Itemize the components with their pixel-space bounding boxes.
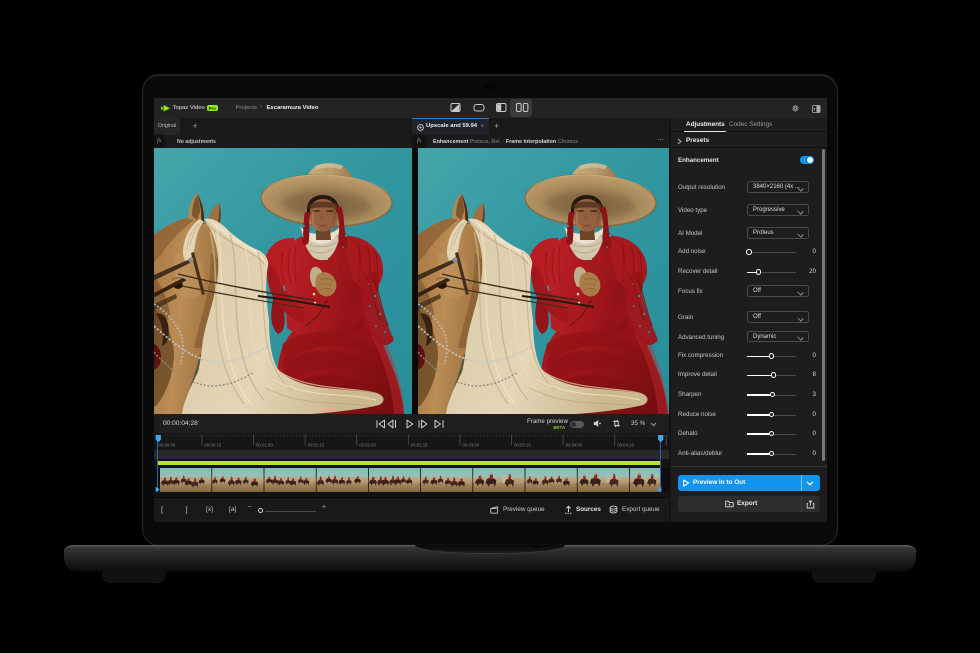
- svg-text:00:03:00: 00:03:00: [462, 442, 479, 447]
- svg-text:00:01:15: 00:01:15: [308, 442, 325, 447]
- svg-text:00:01:00: 00:01:00: [256, 442, 273, 447]
- svg-text:00:03:15: 00:03:15: [514, 442, 531, 447]
- svg-text:00:04:00: 00:04:00: [566, 442, 583, 447]
- svg-text:00:00:00: 00:00:00: [159, 442, 176, 447]
- svg-text:00:00:15: 00:00:15: [204, 442, 221, 447]
- svg-text:00:04:15: 00:04:15: [617, 442, 634, 447]
- svg-text:00:02:15: 00:02:15: [411, 442, 428, 447]
- svg-text:00:02:00: 00:02:00: [359, 442, 376, 447]
